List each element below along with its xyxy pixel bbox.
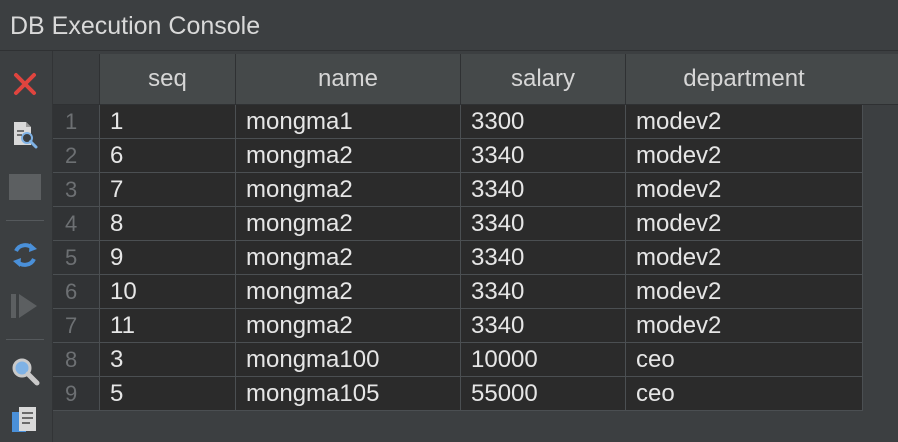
table-row[interactable]: 7 11 mongma2 3340 modev2: [53, 308, 863, 343]
rerun-button[interactable]: [6, 236, 44, 274]
side-toolbar: [0, 51, 53, 442]
column-header-name[interactable]: name: [235, 54, 461, 105]
cell-department[interactable]: ceo: [625, 376, 863, 411]
header-filler: [859, 54, 898, 105]
cell-salary[interactable]: 3340: [460, 138, 626, 173]
cell-salary[interactable]: 10000: [460, 342, 626, 377]
cell-salary[interactable]: 3340: [460, 172, 626, 207]
window-title: DB Execution Console: [10, 12, 261, 40]
results-panel: seq name salary department 1 1 mongma1 3…: [53, 54, 898, 442]
title-bar: DB Execution Console: [0, 0, 898, 51]
stop-icon: [9, 174, 41, 200]
cell-name[interactable]: mongma2: [235, 240, 461, 275]
cell-seq[interactable]: 8: [99, 206, 236, 241]
results-table: seq name salary department 1 1 mongma1 3…: [53, 54, 863, 411]
column-header-department[interactable]: department: [625, 54, 863, 105]
search-button[interactable]: [6, 352, 44, 390]
cell-department[interactable]: modev2: [625, 138, 863, 173]
cell-department[interactable]: modev2: [625, 274, 863, 309]
cell-seq[interactable]: 11: [99, 308, 236, 343]
row-number: 4: [53, 206, 100, 241]
row-number: 6: [53, 274, 100, 309]
cell-salary[interactable]: 3340: [460, 308, 626, 343]
cell-salary[interactable]: 55000: [460, 376, 626, 411]
row-number: 5: [53, 240, 100, 275]
cell-department[interactable]: modev2: [625, 172, 863, 207]
cell-seq[interactable]: 6: [99, 138, 236, 173]
cell-salary[interactable]: 3340: [460, 206, 626, 241]
cell-seq[interactable]: 9: [99, 240, 236, 275]
cell-name[interactable]: mongma2: [235, 138, 461, 173]
run-button[interactable]: [6, 287, 44, 325]
cell-name[interactable]: mongma105: [235, 376, 461, 411]
query-inspect-icon: [14, 122, 38, 149]
cell-department[interactable]: modev2: [625, 206, 863, 241]
column-header-seq[interactable]: seq: [99, 54, 236, 105]
cell-name[interactable]: mongma1: [235, 104, 461, 139]
cell-seq[interactable]: 1: [99, 104, 236, 139]
close-icon: [14, 73, 36, 95]
toolbar-separator: [6, 220, 44, 221]
cell-department[interactable]: modev2: [625, 308, 863, 343]
row-number: 1: [53, 104, 100, 139]
row-number: 2: [53, 138, 100, 173]
table-row[interactable]: 4 8 mongma2 3340 modev2: [53, 206, 863, 241]
table-row[interactable]: 5 9 mongma2 3340 modev2: [53, 240, 863, 275]
stop-button[interactable]: [6, 168, 44, 206]
row-number: 3: [53, 172, 100, 207]
copy-button[interactable]: [6, 401, 44, 439]
row-number-header: [53, 54, 100, 105]
cell-department[interactable]: modev2: [625, 240, 863, 275]
table-row[interactable]: 1 1 mongma1 3300 modev2: [53, 104, 863, 139]
row-number: 9: [53, 376, 100, 411]
table-header-row: seq name salary department: [53, 54, 863, 105]
copy-icon: [12, 407, 36, 432]
cell-salary[interactable]: 3340: [460, 274, 626, 309]
cell-seq[interactable]: 3: [99, 342, 236, 377]
cell-name[interactable]: mongma100: [235, 342, 461, 377]
cell-name[interactable]: mongma2: [235, 308, 461, 343]
table-row[interactable]: 3 7 mongma2 3340 modev2: [53, 172, 863, 207]
cell-name[interactable]: mongma2: [235, 172, 461, 207]
toolbar-separator: [6, 339, 44, 340]
cell-department[interactable]: modev2: [625, 104, 863, 139]
cell-salary[interactable]: 3340: [460, 240, 626, 275]
search-icon: [12, 358, 40, 386]
row-number: 7: [53, 308, 100, 343]
cell-department[interactable]: ceo: [625, 342, 863, 377]
run-icon: [11, 294, 37, 318]
cell-name[interactable]: mongma2: [235, 206, 461, 241]
inspect-query-button[interactable]: [6, 115, 44, 153]
row-number: 8: [53, 342, 100, 377]
column-header-salary[interactable]: salary: [460, 54, 626, 105]
cell-seq[interactable]: 10: [99, 274, 236, 309]
close-button[interactable]: [6, 65, 44, 103]
cell-salary[interactable]: 3300: [460, 104, 626, 139]
table-row[interactable]: 6 10 mongma2 3340 modev2: [53, 274, 863, 309]
table-row[interactable]: 2 6 mongma2 3340 modev2: [53, 138, 863, 173]
cell-seq[interactable]: 5: [99, 376, 236, 411]
cell-seq[interactable]: 7: [99, 172, 236, 207]
cell-name[interactable]: mongma2: [235, 274, 461, 309]
table-row[interactable]: 8 3 mongma100 10000 ceo: [53, 342, 863, 377]
table-row[interactable]: 9 5 mongma105 55000 ceo: [53, 376, 863, 411]
rerun-icon: [13, 243, 37, 267]
